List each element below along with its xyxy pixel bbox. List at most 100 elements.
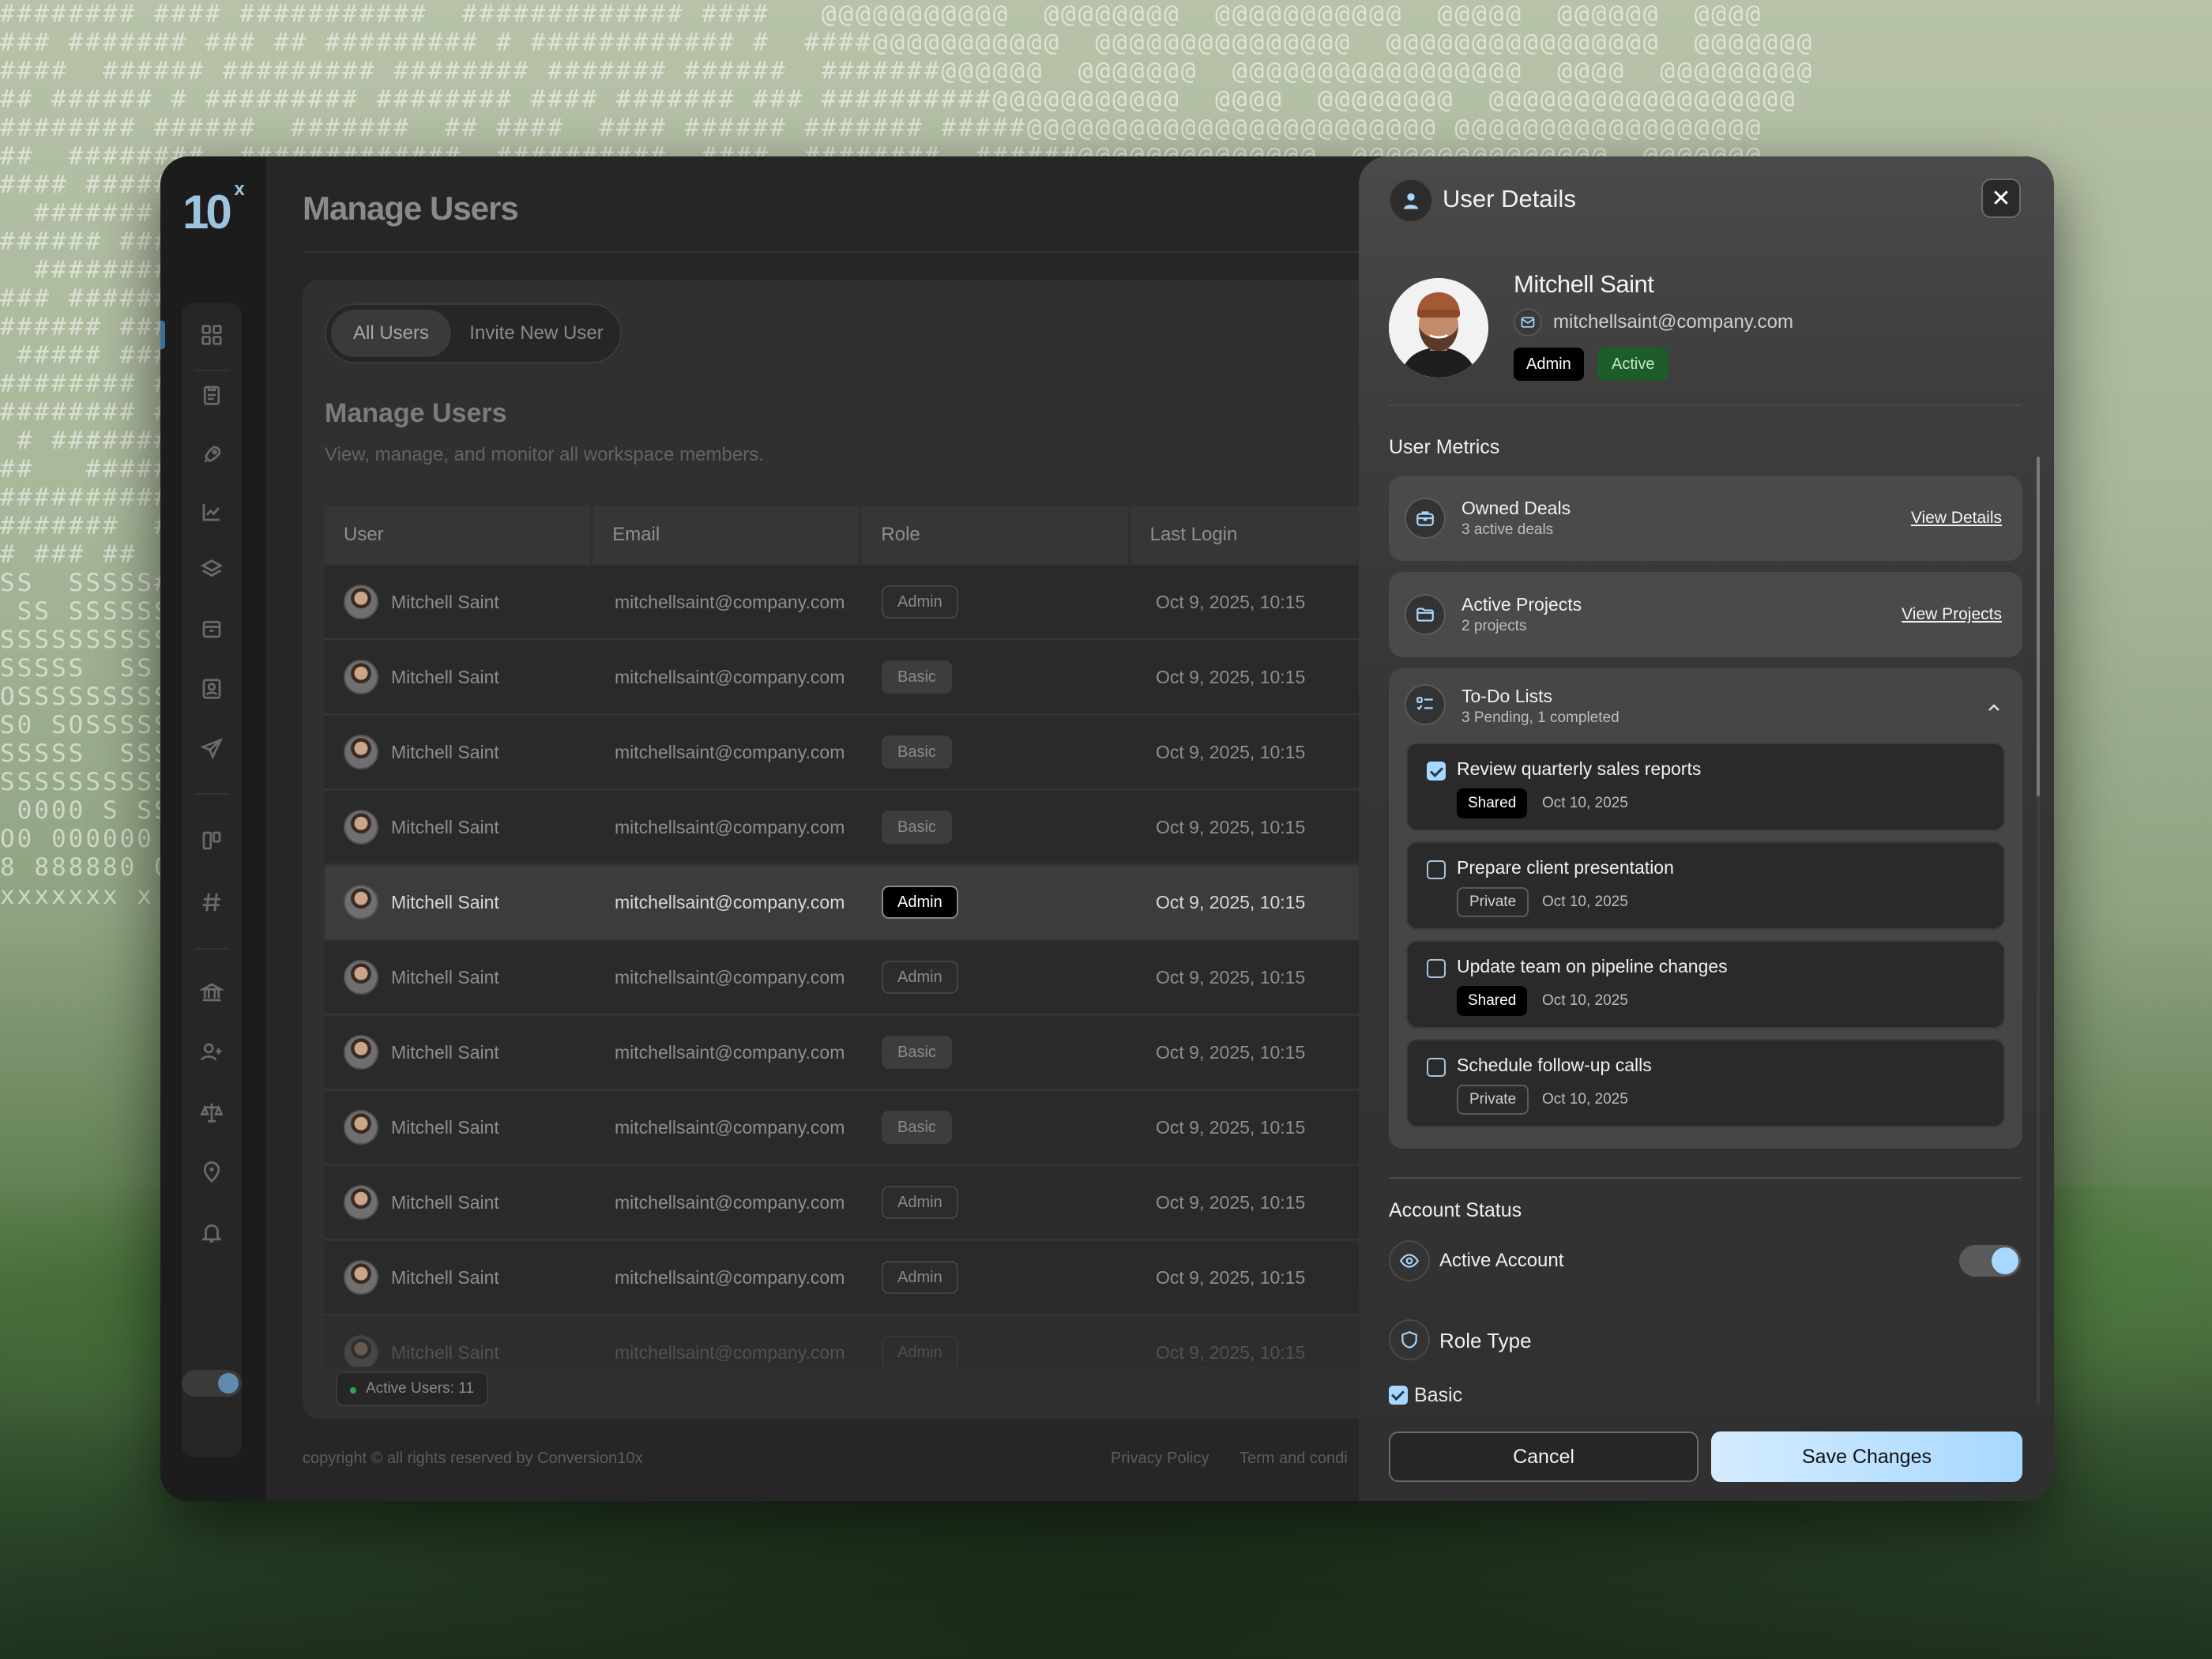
role-badge: Basic	[882, 811, 952, 844]
chevron-up-icon[interactable]	[1984, 698, 2003, 717]
close-icon: ✕	[1991, 185, 2011, 212]
save-changes-button[interactable]: Save Changes	[1711, 1431, 2022, 1482]
page-title: Manage Users	[303, 190, 519, 227]
role-badge: Basic	[882, 735, 952, 769]
column-header-role[interactable]: Role	[862, 506, 1128, 564]
todo-visibility-tag: Shared	[1457, 986, 1528, 1016]
user-email: mitchellsaint@company.com	[615, 666, 845, 687]
view-projects-link[interactable]: View Projects	[1902, 605, 2002, 624]
theme-toggle[interactable]	[182, 1370, 242, 1397]
sidebar-divider	[194, 793, 229, 795]
archive-icon[interactable]	[196, 613, 228, 645]
user-name: Mitchell Saint	[391, 816, 499, 837]
chart-icon[interactable]	[196, 496, 228, 528]
clipboard-icon[interactable]	[196, 379, 228, 411]
location-pin-icon[interactable]	[196, 1157, 228, 1188]
user-email: mitchellsaint@company.com	[615, 591, 845, 612]
todo-sub: 3 Pending, 1 completed	[1462, 709, 1620, 726]
owned-deals-title: Owned Deals	[1462, 498, 1571, 518]
view-details-link[interactable]: View Details	[1911, 509, 2002, 528]
brand-logo[interactable]: 10 x	[182, 179, 245, 239]
todo-item[interactable]: Schedule follow-up calls Private Oct 10, 2…	[1406, 1039, 2005, 1127]
todo-item[interactable]: Prepare client presentation Private Oct 10…	[1406, 841, 2005, 930]
profile-name: Mitchell Saint	[1514, 270, 1654, 298]
user-plus-icon[interactable]	[196, 1036, 228, 1068]
avatar	[344, 810, 378, 845]
todo-date: Oct 10, 2025	[1542, 992, 1628, 1009]
user-tabs: All Users Invite New User	[325, 303, 622, 363]
panel-title: User Details	[1443, 185, 1576, 213]
layers-icon[interactable]	[196, 554, 228, 585]
todo-checkbox[interactable]	[1427, 959, 1446, 978]
user-name: Mitchell Saint	[391, 1191, 499, 1213]
role-badge: Admin	[882, 1186, 958, 1219]
close-button[interactable]: ✕	[1981, 179, 2021, 218]
privacy-policy-link[interactable]: Privacy Policy	[1111, 1450, 1209, 1468]
grid-icon[interactable]	[196, 319, 228, 351]
tab-all-users[interactable]: All Users	[331, 310, 451, 357]
role-badge: Basic	[882, 660, 952, 694]
hash-icon[interactable]	[196, 886, 228, 918]
user-email: mitchellsaint@company.com	[615, 1041, 845, 1063]
user-name: Mitchell Saint	[391, 1266, 499, 1288]
column-header-user[interactable]: User	[325, 506, 591, 564]
todo-item[interactable]: Update team on pipeline changes Shared Oct…	[1406, 940, 2005, 1029]
panel-scrollbar[interactable]	[2037, 457, 2040, 1405]
profile-email: mitchellsaint@company.com	[1553, 311, 1794, 333]
user-cell: Mitchell Saint	[344, 1185, 499, 1220]
active-projects-title: Active Projects	[1462, 594, 1582, 615]
column-header-email[interactable]: Email	[593, 506, 860, 564]
todo-lists-card: To-Do Lists 3 Pending, 1 completed Revie…	[1389, 668, 2022, 1149]
kanban-icon[interactable]	[196, 825, 228, 856]
avatar	[344, 1335, 378, 1367]
briefcase-icon	[1405, 498, 1446, 539]
avatar	[344, 585, 378, 619]
user-name: Mitchell Saint	[391, 666, 499, 687]
todo-visibility-tag: Private	[1457, 887, 1529, 917]
terms-link[interactable]: Term and condi	[1240, 1450, 1348, 1468]
todo-checkbox[interactable]	[1427, 860, 1446, 879]
role-basic-checkbox[interactable]	[1389, 1386, 1408, 1405]
user-email: mitchellsaint@company.com	[615, 816, 845, 837]
role-badge: Admin	[882, 1261, 958, 1294]
last-login: Oct 9, 2025, 10:15	[1156, 741, 1306, 762]
todo-item[interactable]: Review quarterly sales reports Shared Oct …	[1406, 743, 2005, 831]
cancel-button[interactable]: Cancel	[1389, 1431, 1698, 1482]
eye-icon	[1389, 1240, 1430, 1281]
sidebar-divider	[194, 370, 229, 371]
role-badge: Admin	[1514, 348, 1584, 381]
send-icon[interactable]	[196, 733, 228, 765]
user-name: Mitchell Saint	[391, 591, 499, 612]
shield-icon	[1389, 1319, 1430, 1360]
user-cell: Mitchell Saint	[344, 810, 499, 845]
contact-icon[interactable]	[196, 673, 228, 705]
last-login: Oct 9, 2025, 10:15	[1156, 966, 1306, 988]
bank-icon[interactable]	[196, 976, 228, 1008]
user-cell: Mitchell Saint	[344, 660, 499, 694]
user-name: Mitchell Saint	[391, 1116, 499, 1138]
last-login: Oct 9, 2025, 10:15	[1156, 1341, 1306, 1363]
scale-icon[interactable]	[196, 1097, 228, 1128]
user-cell: Mitchell Saint	[344, 585, 499, 619]
bell-icon[interactable]	[196, 1217, 228, 1248]
last-login: Oct 9, 2025, 10:15	[1156, 816, 1306, 837]
active-account-label: Active Account	[1439, 1250, 1564, 1271]
user-name: Mitchell Saint	[391, 891, 499, 912]
account-status-title: Account Status	[1389, 1199, 1522, 1221]
todo-checkbox[interactable]	[1427, 762, 1446, 781]
last-login: Oct 9, 2025, 10:15	[1156, 1191, 1306, 1213]
scrollbar-thumb[interactable]	[2037, 457, 2040, 796]
last-login: Oct 9, 2025, 10:15	[1156, 591, 1306, 612]
last-login: Oct 9, 2025, 10:15	[1156, 891, 1306, 912]
avatar	[1389, 278, 1488, 378]
active-account-toggle[interactable]	[1959, 1245, 2021, 1277]
user-cell: Mitchell Saint	[344, 1035, 499, 1070]
rocket-icon[interactable]	[196, 439, 228, 471]
user-email: mitchellsaint@company.com	[615, 1341, 845, 1363]
role-badge: Admin	[882, 886, 958, 919]
tab-invite-new-user[interactable]: Invite New User	[457, 310, 615, 357]
todo-visibility-tag: Shared	[1457, 788, 1528, 818]
role-badge: Admin	[882, 961, 958, 994]
user-cell: Mitchell Saint	[344, 1110, 499, 1145]
todo-checkbox[interactable]	[1427, 1058, 1446, 1077]
